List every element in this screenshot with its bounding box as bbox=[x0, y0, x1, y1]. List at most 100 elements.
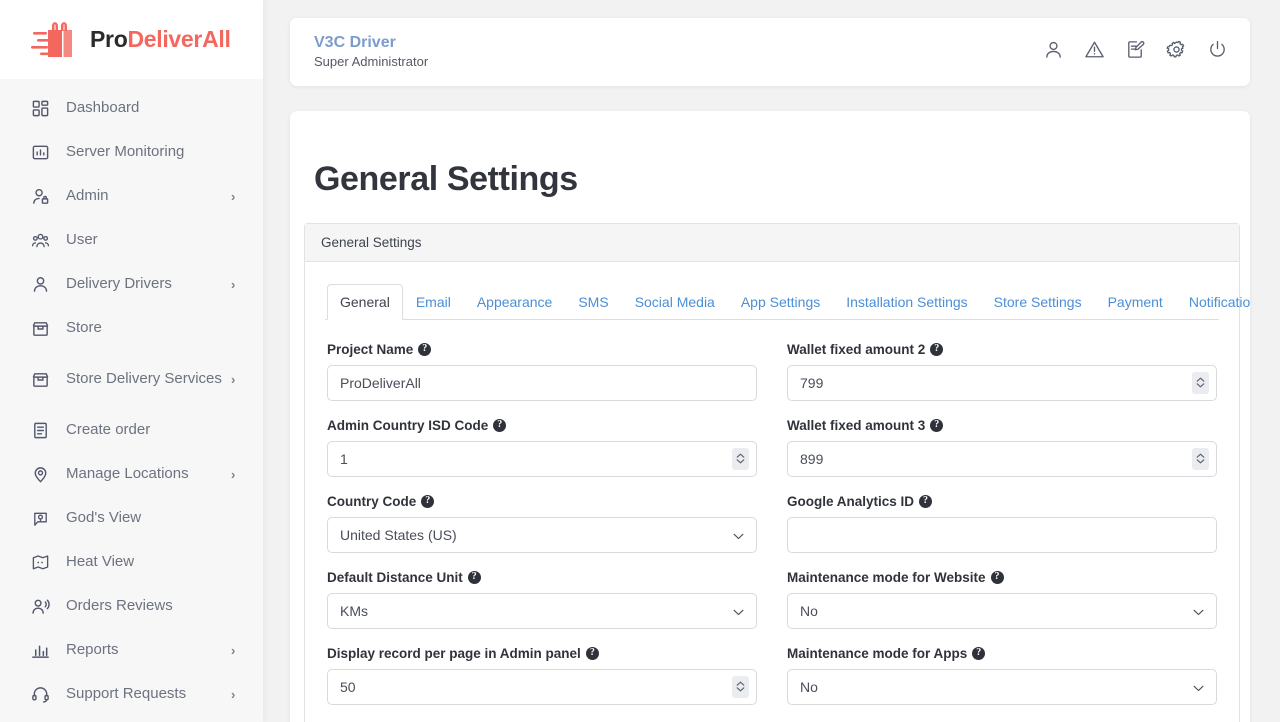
sidebar-item-label: Manage Locations bbox=[66, 464, 189, 482]
help-icon[interactable]: ? bbox=[467, 570, 481, 584]
select-value: No bbox=[800, 678, 818, 695]
default-distance-unit-select[interactable]: KMs bbox=[327, 592, 757, 629]
help-icon[interactable]: ? bbox=[421, 494, 435, 508]
sidebar-item-dashboard[interactable]: Dashboard bbox=[0, 86, 263, 130]
tab-payment[interactable]: Payment bbox=[1095, 284, 1176, 320]
help-icon[interactable]: ? bbox=[990, 570, 1004, 584]
field-wallet-fixed-amount-3: Wallet fixed amount 3 ? 899 bbox=[787, 418, 1217, 477]
gear-icon[interactable] bbox=[1166, 39, 1187, 65]
sidebar-item-user[interactable]: User bbox=[0, 218, 263, 262]
sidebar-item-label: Heat View bbox=[66, 552, 135, 570]
field-country-code: Country Code ? United States (US) bbox=[327, 494, 757, 553]
field-label: Display record per page in Admin panel ? bbox=[327, 646, 757, 661]
sidebar-item-label: Orders Reviews bbox=[66, 596, 173, 614]
sidebar-item-server-monitoring[interactable]: Server Monitoring bbox=[0, 130, 263, 174]
help-icon[interactable]: ? bbox=[418, 342, 432, 356]
tab-app-settings[interactable]: App Settings bbox=[728, 284, 833, 320]
project-name-input[interactable]: ProDeliverAll bbox=[327, 364, 757, 401]
main-content-card: General Settings General Settings Genera… bbox=[290, 111, 1250, 722]
field-google-analytics-id: Google Analytics ID ? bbox=[787, 494, 1217, 553]
maintenance-mode-apps-select[interactable]: No bbox=[787, 668, 1217, 705]
sidebar-item-reports[interactable]: Reports › bbox=[0, 628, 263, 672]
sidebar-item-label: God's View bbox=[66, 508, 142, 526]
select-value: No bbox=[800, 602, 818, 619]
help-icon[interactable]: ? bbox=[972, 646, 986, 660]
help-icon[interactable]: ? bbox=[919, 494, 933, 508]
help-icon[interactable]: ? bbox=[930, 342, 944, 356]
settings-panel: General Settings General Email Appearanc… bbox=[304, 222, 1250, 722]
chevron-right-icon[interactable]: › bbox=[231, 277, 241, 292]
panel-body: General Email Appearance SMS Social Medi… bbox=[305, 262, 1250, 722]
chart-box-icon bbox=[28, 140, 52, 164]
number-stepper[interactable] bbox=[1192, 447, 1209, 470]
help-icon[interactable]: ? bbox=[585, 646, 599, 660]
input-value: 50 bbox=[340, 678, 356, 695]
field-label: Admin Country ISD Code ? bbox=[327, 418, 757, 433]
sidebar-item-heat-view[interactable]: Heat View bbox=[0, 540, 263, 584]
field-wallet-fixed-amount-2: Wallet fixed amount 2 ? 799 bbox=[787, 342, 1217, 401]
wallet-fixed-amount-3-input[interactable]: 899 bbox=[787, 440, 1217, 477]
help-icon[interactable]: ? bbox=[493, 418, 507, 432]
header-icon-group bbox=[1043, 39, 1228, 65]
country-code-select[interactable]: United States (US) bbox=[327, 516, 757, 553]
tab-email[interactable]: Email bbox=[403, 284, 464, 320]
field-project-name: Project Name ? ProDeliverAll bbox=[327, 342, 757, 401]
tab-store-settings[interactable]: Store Settings bbox=[981, 284, 1095, 320]
chevron-right-icon[interactable]: › bbox=[231, 643, 241, 658]
chevron-down-icon bbox=[1193, 603, 1204, 619]
wallet-fixed-amount-2-input[interactable]: 799 bbox=[787, 364, 1217, 401]
google-analytics-id-input[interactable] bbox=[787, 516, 1217, 553]
display-record-per-page-input[interactable]: 50 bbox=[327, 668, 757, 705]
tab-notification-sound[interactable]: Notification Sound bbox=[1176, 284, 1250, 320]
tab-appearance[interactable]: Appearance bbox=[464, 284, 566, 320]
sidebar-item-admin[interactable]: Admin › bbox=[0, 174, 263, 218]
sidebar-item-store-delivery-services[interactable]: Store Delivery Services › bbox=[0, 350, 263, 408]
number-stepper[interactable] bbox=[732, 675, 749, 698]
input-value: 899 bbox=[800, 450, 824, 467]
sidebar-item-gods-view[interactable]: God's View bbox=[0, 496, 263, 540]
user-solid-icon bbox=[28, 272, 52, 296]
admin-country-isd-code-input[interactable]: 1 bbox=[327, 440, 757, 477]
tab-sms[interactable]: SMS bbox=[565, 284, 621, 320]
maintenance-mode-website-select[interactable]: No bbox=[787, 592, 1217, 629]
field-display-record-per-page: Display record per page in Admin panel ?… bbox=[327, 646, 757, 705]
field-label-text: Project Name bbox=[327, 341, 414, 357]
sidebar-item-delivery-drivers[interactable]: Delivery Drivers › bbox=[0, 262, 263, 306]
chevron-right-icon[interactable]: › bbox=[231, 467, 241, 482]
sidebar: ProDeliverAll Dashboard Server Monitorin… bbox=[0, 0, 263, 722]
chevron-right-icon[interactable]: › bbox=[231, 372, 241, 387]
sidebar-item-label: User bbox=[66, 230, 98, 248]
warning-triangle-icon[interactable] bbox=[1084, 39, 1105, 65]
sidebar-item-support-requests[interactable]: Support Requests › bbox=[0, 672, 263, 716]
header-user-name: V3C Driver bbox=[314, 34, 396, 52]
brand-logo[interactable]: ProDeliverAll bbox=[0, 0, 263, 79]
sidebar-item-orders-reviews[interactable]: Orders Reviews bbox=[0, 584, 263, 628]
tab-general[interactable]: General bbox=[327, 283, 403, 320]
chevron-right-icon[interactable]: › bbox=[231, 189, 241, 204]
tab-social-media[interactable]: Social Media bbox=[622, 284, 728, 320]
edit-document-icon[interactable] bbox=[1125, 39, 1146, 65]
user-lock-icon bbox=[28, 184, 52, 208]
input-value: ProDeliverAll bbox=[340, 374, 421, 391]
field-default-distance-unit: Default Distance Unit ? KMs bbox=[327, 570, 757, 629]
sidebar-item-create-order[interactable]: Create order bbox=[0, 408, 263, 452]
chevron-right-icon[interactable]: › bbox=[231, 687, 241, 702]
field-label: Google Analytics ID ? bbox=[787, 494, 1217, 509]
account-icon[interactable] bbox=[1043, 39, 1064, 65]
field-label-text: Wallet fixed amount 2 bbox=[787, 341, 926, 357]
number-stepper[interactable] bbox=[732, 447, 749, 470]
field-label: Project Name ? bbox=[327, 342, 757, 357]
sidebar-item-store[interactable]: Store bbox=[0, 306, 263, 350]
power-icon[interactable] bbox=[1207, 39, 1228, 65]
sidebar-item-label: Dashboard bbox=[66, 98, 140, 116]
number-stepper[interactable] bbox=[1192, 371, 1209, 394]
field-label: Maintenance mode for Website ? bbox=[787, 570, 1217, 585]
help-icon[interactable]: ? bbox=[930, 418, 944, 432]
page-title: General Settings bbox=[314, 159, 578, 198]
map-pin-icon bbox=[28, 462, 52, 486]
sidebar-item-label: Admin bbox=[66, 186, 109, 204]
tab-installation-settings[interactable]: Installation Settings bbox=[833, 284, 980, 320]
store-icon bbox=[28, 367, 52, 391]
sidebar-item-manage-locations[interactable]: Manage Locations › bbox=[0, 452, 263, 496]
field-label-text: Admin Country ISD Code bbox=[327, 417, 489, 433]
